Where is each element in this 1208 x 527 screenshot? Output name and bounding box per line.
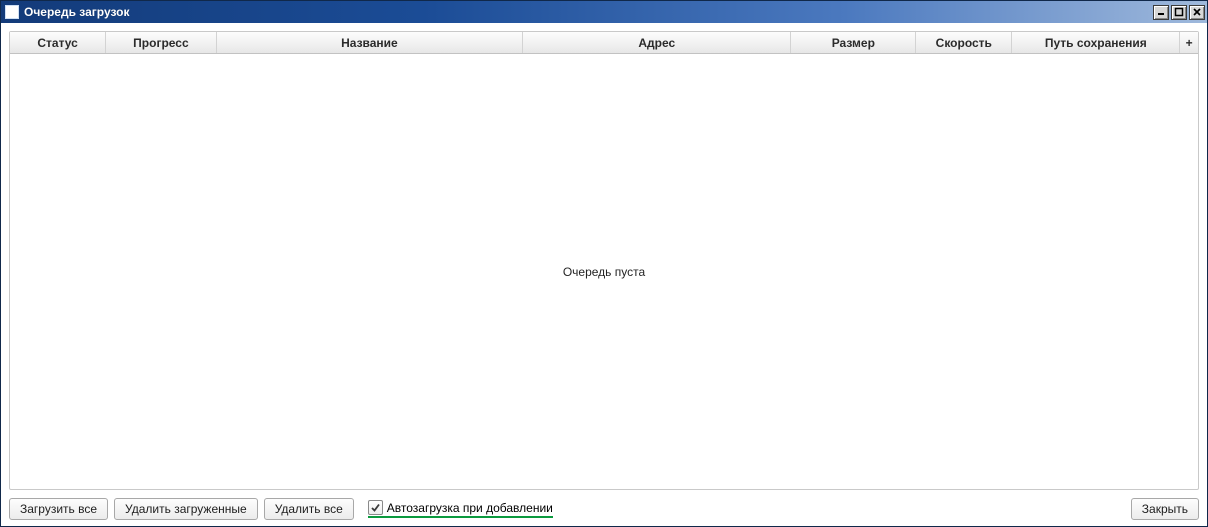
- app-icon: [5, 5, 19, 19]
- column-header-size[interactable]: Размер: [791, 32, 916, 53]
- column-header-add[interactable]: +: [1180, 32, 1198, 53]
- delete-all-button[interactable]: Удалить все: [264, 498, 354, 520]
- autoload-checkbox[interactable]: [368, 500, 383, 515]
- close-button[interactable]: Закрыть: [1131, 498, 1199, 520]
- load-all-button[interactable]: Загрузить все: [9, 498, 108, 520]
- column-header-speed[interactable]: Скорость: [916, 32, 1012, 53]
- delete-loaded-button[interactable]: Удалить загруженные: [114, 498, 258, 520]
- downloads-table: Статус Прогресс Название Адрес Размер Ск…: [9, 31, 1199, 490]
- table-header-row: Статус Прогресс Название Адрес Размер Ск…: [10, 32, 1198, 54]
- empty-queue-message: Очередь пуста: [10, 265, 1198, 279]
- column-header-status[interactable]: Статус: [10, 32, 106, 53]
- close-window-button[interactable]: [1189, 5, 1205, 20]
- download-queue-window: Очередь загрузок Статус Прогресс Названи…: [0, 0, 1208, 527]
- autoload-option[interactable]: Автозагрузка при добавлении: [368, 500, 553, 518]
- minimize-button[interactable]: [1153, 5, 1169, 20]
- check-icon: [370, 502, 381, 513]
- window-title: Очередь загрузок: [24, 5, 1153, 19]
- column-header-progress[interactable]: Прогресс: [106, 32, 217, 53]
- column-header-address[interactable]: Адрес: [523, 32, 791, 53]
- autoload-label: Автозагрузка при добавлении: [387, 501, 553, 515]
- column-header-name[interactable]: Название: [217, 32, 523, 53]
- client-area: Статус Прогресс Название Адрес Размер Ск…: [1, 23, 1207, 526]
- maximize-button[interactable]: [1171, 5, 1187, 20]
- column-header-save-path[interactable]: Путь сохранения: [1012, 32, 1180, 53]
- titlebar[interactable]: Очередь загрузок: [1, 1, 1207, 23]
- window-controls: [1153, 5, 1205, 20]
- bottom-toolbar: Загрузить все Удалить загруженные Удалит…: [9, 490, 1199, 520]
- table-body[interactable]: Очередь пуста: [10, 54, 1198, 489]
